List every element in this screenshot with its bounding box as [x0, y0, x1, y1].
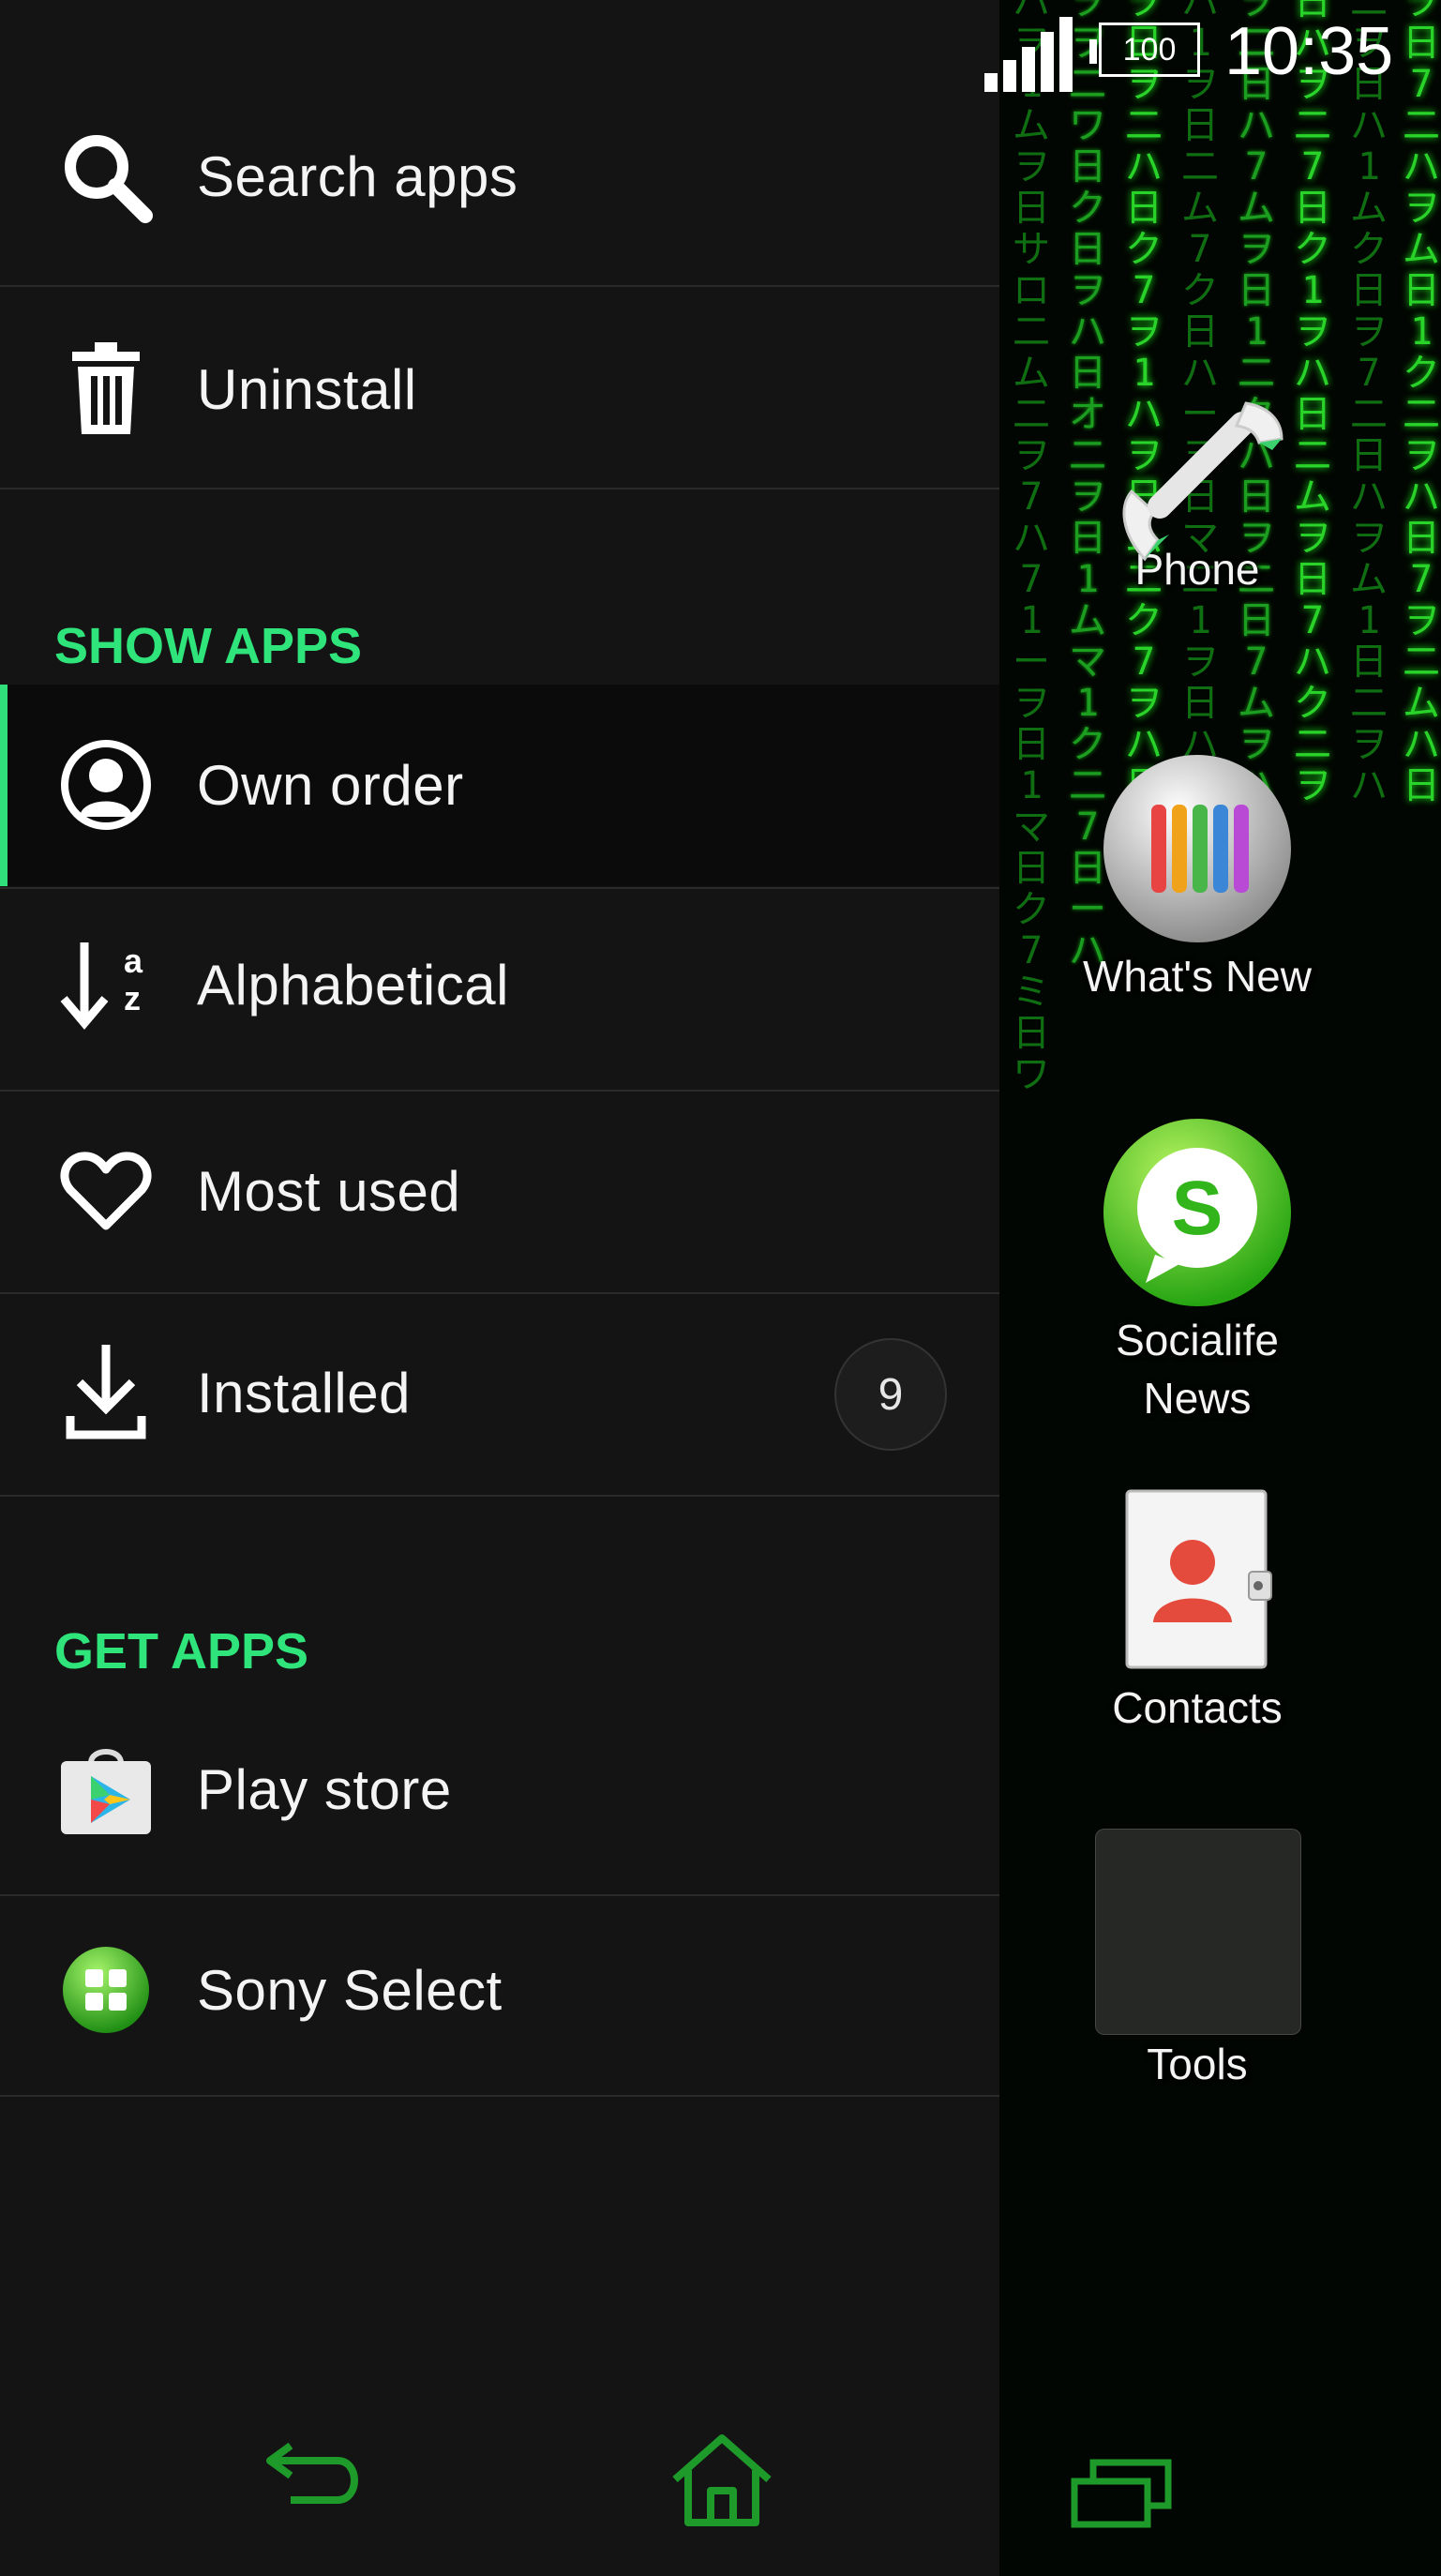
play-store-icon: [54, 1738, 158, 1841]
alphabetical-label: Alphabetical: [197, 953, 509, 1017]
most-used-item[interactable]: Most used: [0, 1125, 999, 1257]
play-store-item[interactable]: Play store: [0, 1724, 999, 1855]
dock-app-label: What's New: [1083, 952, 1312, 1001]
installed-item[interactable]: Installed 9: [0, 1327, 999, 1458]
divider: [0, 488, 999, 490]
dock-app-socialife[interactable]: S Socialife News: [1061, 1114, 1333, 1427]
navigation-bar: [0, 2401, 1172, 2576]
get-apps-heading: GET APPS: [54, 1623, 309, 1680]
sony-select-label: Sony Select: [197, 1958, 503, 2022]
phone-icon: [1061, 394, 1333, 572]
search-apps-item[interactable]: Search apps: [0, 111, 999, 242]
dock-app-whats-new[interactable]: What's New: [1061, 750, 1333, 1005]
battery-level: 100: [1122, 31, 1177, 68]
divider: [0, 887, 999, 889]
sort-az-icon: a z: [54, 933, 158, 1036]
selection-indicator: [0, 685, 8, 886]
contacts-icon: [1061, 1482, 1333, 1679]
own-order-item[interactable]: Own order: [0, 685, 999, 886]
home-icon[interactable]: [666, 2429, 778, 2537]
svg-text:a: a: [124, 942, 143, 980]
tools-folder-icon: [1061, 1829, 1333, 2035]
search-icon: [54, 125, 158, 228]
divider: [0, 285, 999, 287]
divider: [0, 1292, 999, 1294]
play-store-label: Play store: [197, 1757, 452, 1821]
signal-icon: [984, 17, 1074, 97]
dock-app-label: Socialife News: [1116, 1316, 1279, 1423]
search-apps-label: Search apps: [197, 144, 518, 208]
own-order-label: Own order: [197, 754, 464, 817]
sony-select-item[interactable]: Sony Select: [0, 1924, 999, 2056]
svg-text:S: S: [1172, 1166, 1223, 1251]
heart-icon: [54, 1139, 158, 1243]
matrix-rain-column: ハヲ1ムヲ日サロ二ム二ヲ7ハ71ーヲ日1マ日ク7ミ日ワ: [1013, 0, 1050, 1096]
recents-icon[interactable]: [1069, 2455, 1181, 2535]
whats-new-icon: [1061, 750, 1333, 947]
uninstall-item[interactable]: Uninstall: [0, 324, 999, 455]
divider: [0, 1090, 999, 1092]
sony-select-icon: [54, 1938, 158, 2041]
back-icon[interactable]: [263, 2438, 375, 2518]
divider: [0, 1894, 999, 1896]
app-drawer-menu: Search apps Uninstall SHOW APPS Own orde…: [0, 0, 999, 2576]
person-circle-icon: [54, 733, 158, 836]
battery-icon: 100: [1089, 23, 1206, 81]
dock-app-contacts[interactable]: Contacts: [1061, 1482, 1333, 1737]
uninstall-label: Uninstall: [197, 357, 417, 421]
divider: [0, 2095, 999, 2097]
dock-app-tools-folder[interactable]: Tools: [1061, 1829, 1333, 2093]
socialife-icon: S: [1061, 1114, 1333, 1311]
clock: 10:35: [1224, 14, 1394, 89]
installed-label: Installed: [197, 1361, 411, 1424]
divider: [0, 1495, 999, 1497]
dock-app-label: Tools: [1147, 2040, 1248, 2088]
matrix-rain-column: 二ヲ日ハ1ムク日ヲ7二日ハヲム1日二ヲハ: [1350, 0, 1388, 807]
dock-app-label: Contacts: [1112, 1683, 1283, 1732]
dock-app-phone[interactable]: Phone: [1061, 394, 1333, 598]
installed-count-badge: 9: [834, 1338, 947, 1451]
matrix-rain-column: ヲ日7二ハヲム日1ク二ヲハ日7ヲ二ムハ日: [1403, 0, 1440, 807]
most-used-label: Most used: [197, 1159, 461, 1223]
alphabetical-item[interactable]: a z Alphabetical: [0, 919, 999, 1050]
show-apps-heading: SHOW APPS: [54, 618, 363, 674]
trash-icon: [54, 338, 158, 441]
download-icon: [54, 1341, 158, 1444]
svg-text:z: z: [124, 979, 141, 1017]
